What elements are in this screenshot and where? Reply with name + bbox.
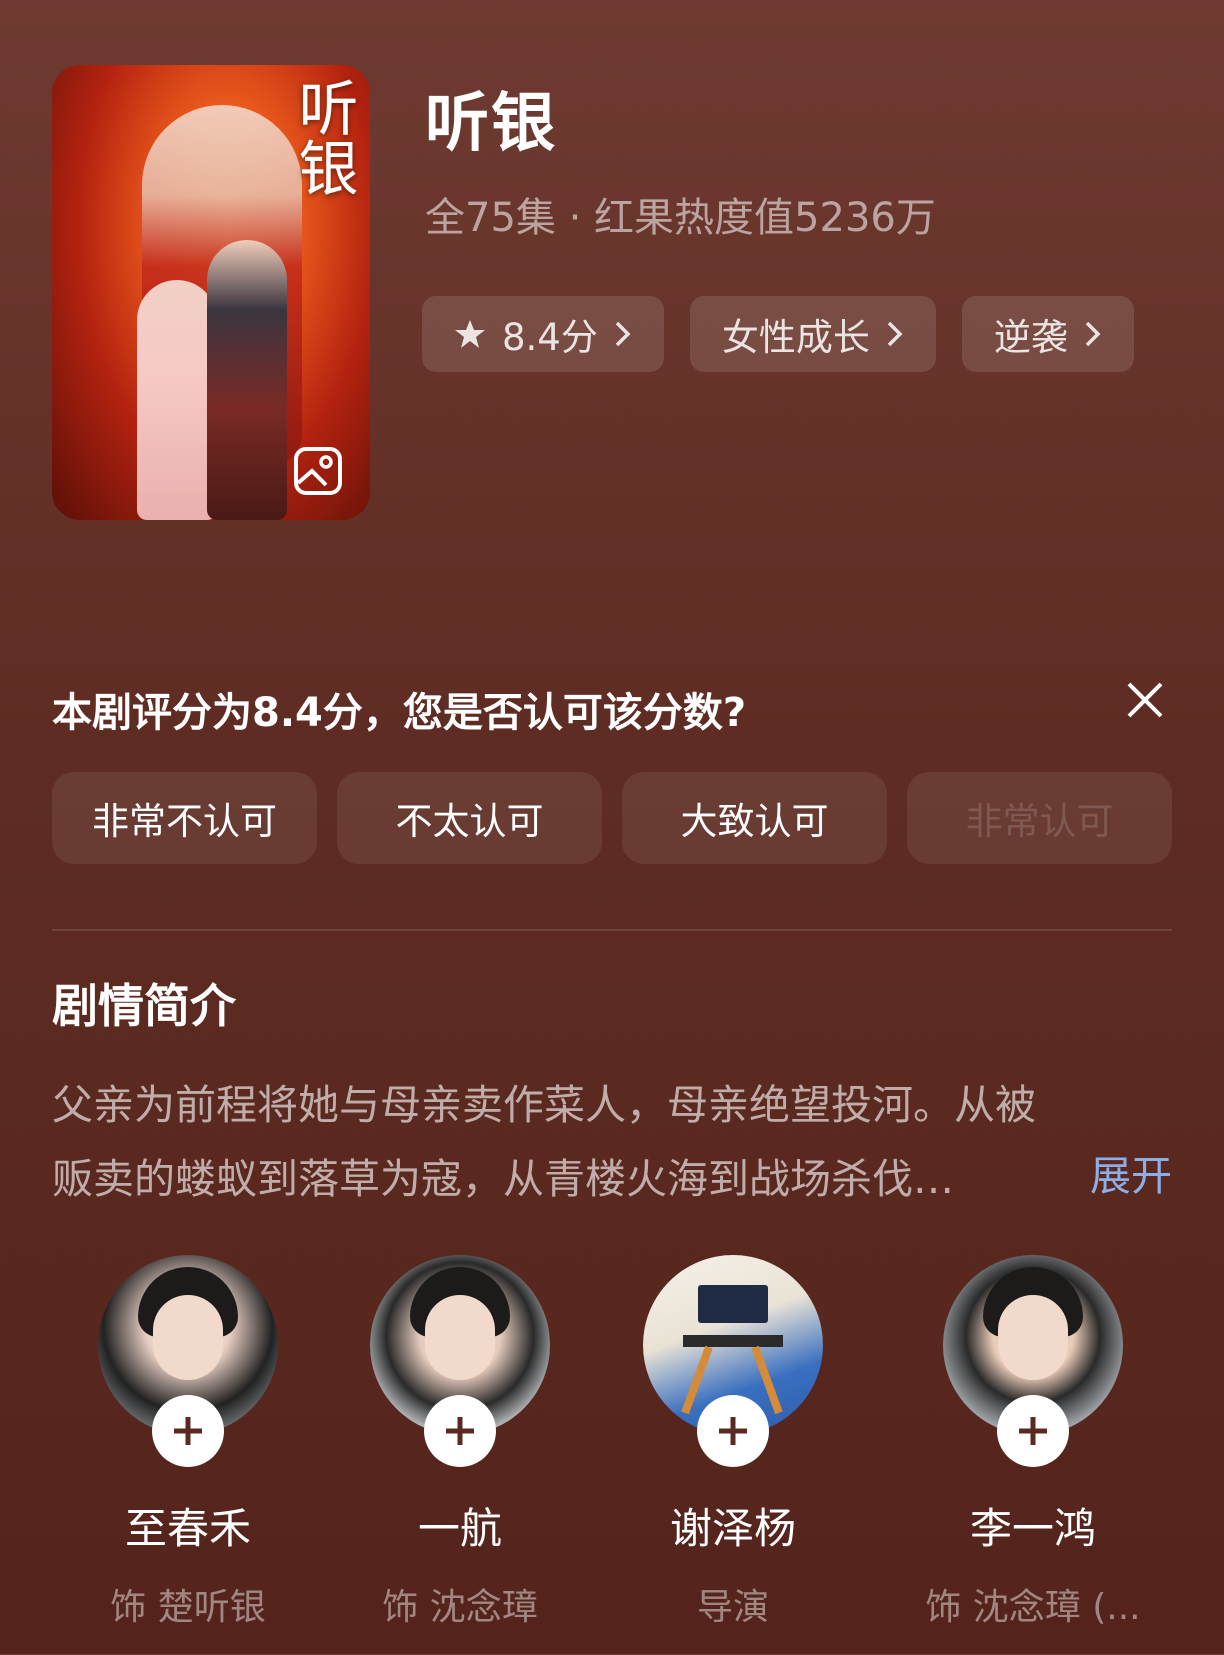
avatar[interactable] — [943, 1255, 1123, 1467]
follow-plus-icon[interactable] — [152, 1395, 224, 1467]
cast-role: 饰 楚听银 — [110, 1587, 266, 1628]
tag-label: 逆袭 — [993, 316, 1068, 359]
cast-name: 一航 — [417, 1504, 502, 1553]
rating-tag[interactable]: 8.4分 — [422, 296, 664, 372]
cast-role: 饰 沈念璋 — [382, 1587, 538, 1628]
poster-figure-right — [207, 240, 287, 520]
synopsis-line: 贩卖的蝼蚁到落草为寇，从青楼火海到战场杀伐… — [52, 1155, 954, 1203]
gallery-icon[interactable] — [292, 445, 344, 497]
chevron-right-icon — [615, 321, 631, 347]
cast-role: 导演 — [696, 1587, 769, 1628]
option-disagree[interactable]: 不太认可 — [337, 772, 602, 864]
show-meta: 全75集 · 红果热度值5236万 — [425, 195, 936, 241]
rating-question: 本剧评分为8.4分，您是否认可该分数? — [52, 690, 747, 736]
poster-title: 听银 — [288, 77, 358, 197]
option-strongly-agree[interactable]: 非常认可 — [907, 772, 1172, 864]
avatar[interactable] — [98, 1255, 278, 1467]
tag-women-growth[interactable]: 女性成长 — [689, 296, 936, 372]
divider — [52, 929, 1172, 931]
cast-name: 至春禾 — [124, 1504, 251, 1553]
cast-member[interactable]: 一航 饰 沈念璋 — [340, 1255, 580, 1630]
avatar[interactable] — [643, 1255, 823, 1467]
expand-link[interactable]: 展开 — [1090, 1142, 1172, 1202]
rating-tag-label: 8.4分 — [502, 316, 598, 359]
follow-plus-icon[interactable] — [997, 1395, 1069, 1467]
option-mostly-agree[interactable]: 大致认可 — [622, 772, 887, 864]
synopsis-line: 父亲为前程将她与母亲卖作菜人，母亲绝望投河。从被 — [52, 1081, 1036, 1129]
synopsis-text: 父亲为前程将她与母亲卖作菜人，母亲绝望投河。从被 贩卖的蝼蚁到落草为寇，从青楼火… — [52, 1068, 1182, 1216]
avatar[interactable] — [370, 1255, 550, 1467]
star-icon — [455, 320, 485, 348]
show-title: 听银 — [425, 87, 557, 161]
cast-name: 谢泽杨 — [669, 1504, 796, 1553]
tag-row: 8.4分 女性成长 逆袭 — [422, 296, 1134, 372]
cast-role: 饰 沈念璋 (... — [925, 1587, 1141, 1628]
follow-plus-icon[interactable] — [697, 1395, 769, 1467]
chevron-right-icon — [887, 321, 903, 347]
close-icon[interactable] — [1125, 680, 1165, 720]
cast-member[interactable]: 至春禾 饰 楚听银 — [68, 1255, 308, 1630]
synopsis-heading: 剧情简介 — [52, 979, 236, 1033]
tag-label: 女性成长 — [721, 316, 870, 359]
chevron-right-icon — [1085, 321, 1101, 347]
rating-options: 非常不认可 不太认可 大致认可 非常认可 — [52, 772, 1172, 864]
cast-member[interactable]: 李一鸿 饰 沈念璋 (... — [913, 1255, 1153, 1630]
cast-name: 李一鸿 — [969, 1504, 1096, 1553]
cast-member[interactable]: 谢泽杨 导演 — [613, 1255, 853, 1630]
poster-figure-left — [137, 280, 217, 520]
show-poster[interactable]: 听银 — [52, 65, 370, 520]
follow-plus-icon[interactable] — [424, 1395, 496, 1467]
cast-list: 至春禾 饰 楚听银 一航 饰 沈念璋 谢泽杨 导演 李一鸿 饰 沈念璋 (... — [0, 1255, 1224, 1655]
option-strongly-disagree[interactable]: 非常不认可 — [52, 772, 317, 864]
tag-comeback[interactable]: 逆袭 — [961, 296, 1134, 372]
